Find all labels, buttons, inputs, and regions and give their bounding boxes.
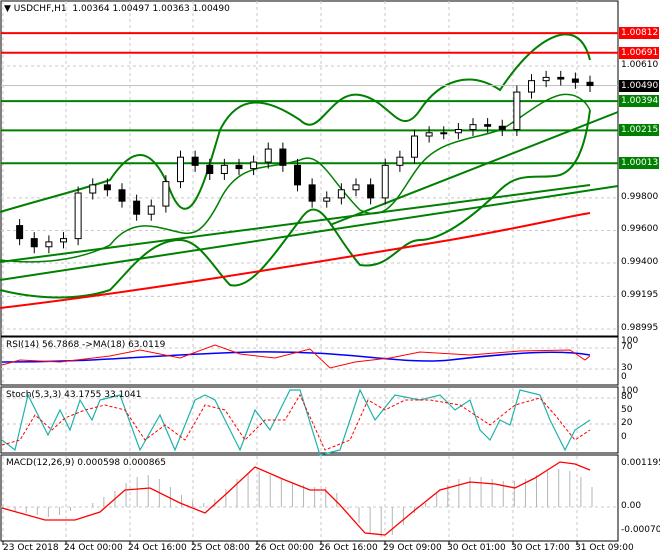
chart-window[interactable]: ▼ USDCHF,H1 1.00364 1.00497 1.00363 1.00… xyxy=(0,0,660,560)
time-axis-label: 24 Oct 00:00 xyxy=(64,543,123,553)
candle-body xyxy=(513,91,521,131)
price-axis-label: 1.00610 xyxy=(621,60,659,70)
stoch-axis-label: 20 xyxy=(621,418,633,428)
candle-body xyxy=(425,132,433,137)
trend-line xyxy=(0,184,591,263)
candle-body xyxy=(367,184,375,199)
candle-body xyxy=(279,148,287,166)
stoch-axis-label: 80 xyxy=(621,392,633,402)
price-axis-label: 0.99400 xyxy=(621,257,659,268)
stoch-title: Stoch(5,3,3) 43.1755 33.1041 xyxy=(6,390,142,400)
chart-canvas[interactable] xyxy=(0,0,660,560)
candle-body xyxy=(454,129,462,134)
time-axis-label: 23 Oct 2018 xyxy=(3,543,59,553)
time-axis-label: 26 Oct 00:00 xyxy=(255,543,314,553)
candle-body xyxy=(147,205,155,215)
candle-body xyxy=(469,124,477,131)
price-level-tag: 1.00490 xyxy=(619,79,659,92)
rsi-title: RSI(14) 56.7868 ->MA(18) 63.0119 xyxy=(6,340,166,350)
macd-axis-label: -0.000709 xyxy=(621,525,660,535)
candle-body xyxy=(250,161,258,170)
rsi-ma-line xyxy=(1,351,591,363)
open-value: 1.00364 xyxy=(72,4,110,14)
candle-body xyxy=(484,124,492,127)
price-axis-label: 0.98995 xyxy=(621,323,659,333)
candle-body xyxy=(381,164,389,199)
macd-axis-label: 0.001195 xyxy=(621,458,660,468)
symbol-label: USDCHF,H1 xyxy=(13,4,67,14)
candle-body xyxy=(45,241,53,248)
candle-body xyxy=(528,80,535,93)
stoch-signal-line xyxy=(1,393,591,451)
candle-body xyxy=(542,76,550,82)
time-axis-label: 29 Oct 09:00 xyxy=(383,543,442,553)
macd-signal-line xyxy=(1,461,591,536)
candle-body xyxy=(308,184,316,202)
price-level-tag: 1.00013 xyxy=(619,157,659,170)
time-axis-label: 31 Oct 09:00 xyxy=(575,543,634,553)
low-value: 1.00363 xyxy=(152,4,190,14)
time-axis-label: 24 Oct 16:00 xyxy=(128,543,187,553)
candle-body xyxy=(89,184,97,194)
chart-header: ▼ USDCHF,H1 1.00364 1.00497 1.00363 1.00… xyxy=(4,4,230,14)
candle-body xyxy=(337,189,345,199)
price-axis-label: 0.99800 xyxy=(621,191,659,202)
candle-body xyxy=(191,156,199,166)
candle-body xyxy=(16,225,24,240)
stoch-axis-label: 0 xyxy=(621,432,627,442)
candle-body xyxy=(103,184,111,191)
candle-body xyxy=(162,181,170,207)
candle-body xyxy=(133,200,141,215)
candle-body xyxy=(294,164,301,186)
stoch-axis-label: 50 xyxy=(621,405,633,415)
candle-body xyxy=(220,164,228,174)
time-axis-label: 25 Oct 08:00 xyxy=(191,543,250,553)
candle-body xyxy=(396,156,404,166)
candle-body xyxy=(440,132,448,135)
macd-axis-label: 0.00 xyxy=(621,501,642,511)
price-axis-label: 0.99600 xyxy=(621,224,659,235)
panel-frame xyxy=(0,0,619,337)
candle-body xyxy=(323,197,331,202)
candle-body xyxy=(118,189,126,202)
price-axis-label: 0.99195 xyxy=(621,290,659,301)
price-level-tag: 1.00812 xyxy=(619,27,659,40)
price-level-tag: 1.00394 xyxy=(619,95,659,108)
candle-body xyxy=(206,164,214,174)
candle-body xyxy=(498,125,506,131)
dropdown-triangle-icon[interactable]: ▼ xyxy=(4,4,11,14)
candle-body xyxy=(235,164,243,170)
candle-body xyxy=(411,135,418,158)
close-value: 1.00490 xyxy=(192,4,230,14)
candle-body xyxy=(352,184,360,191)
candle-body xyxy=(177,156,184,183)
rsi-axis-label: 70 xyxy=(621,342,633,352)
high-value: 1.00497 xyxy=(112,4,150,14)
price-level-tag: 1.00215 xyxy=(619,124,659,137)
candle-body xyxy=(60,238,67,243)
candle-body xyxy=(264,148,272,163)
candle-body xyxy=(30,238,38,248)
candle-body xyxy=(586,81,594,87)
time-axis-label: 30 Oct 01:00 xyxy=(447,543,506,553)
candle-body xyxy=(74,192,82,240)
macd-title: MACD(12,26,9) 0.000598 0.000865 xyxy=(6,458,166,468)
rsi-axis-label: 0 xyxy=(621,372,627,382)
time-axis-label: 30 Oct 17:00 xyxy=(511,543,570,553)
candle-body xyxy=(571,78,579,83)
time-axis-label: 26 Oct 16:00 xyxy=(319,543,378,553)
price-level-tag: 1.00691 xyxy=(619,46,659,59)
candle-body xyxy=(557,76,565,80)
